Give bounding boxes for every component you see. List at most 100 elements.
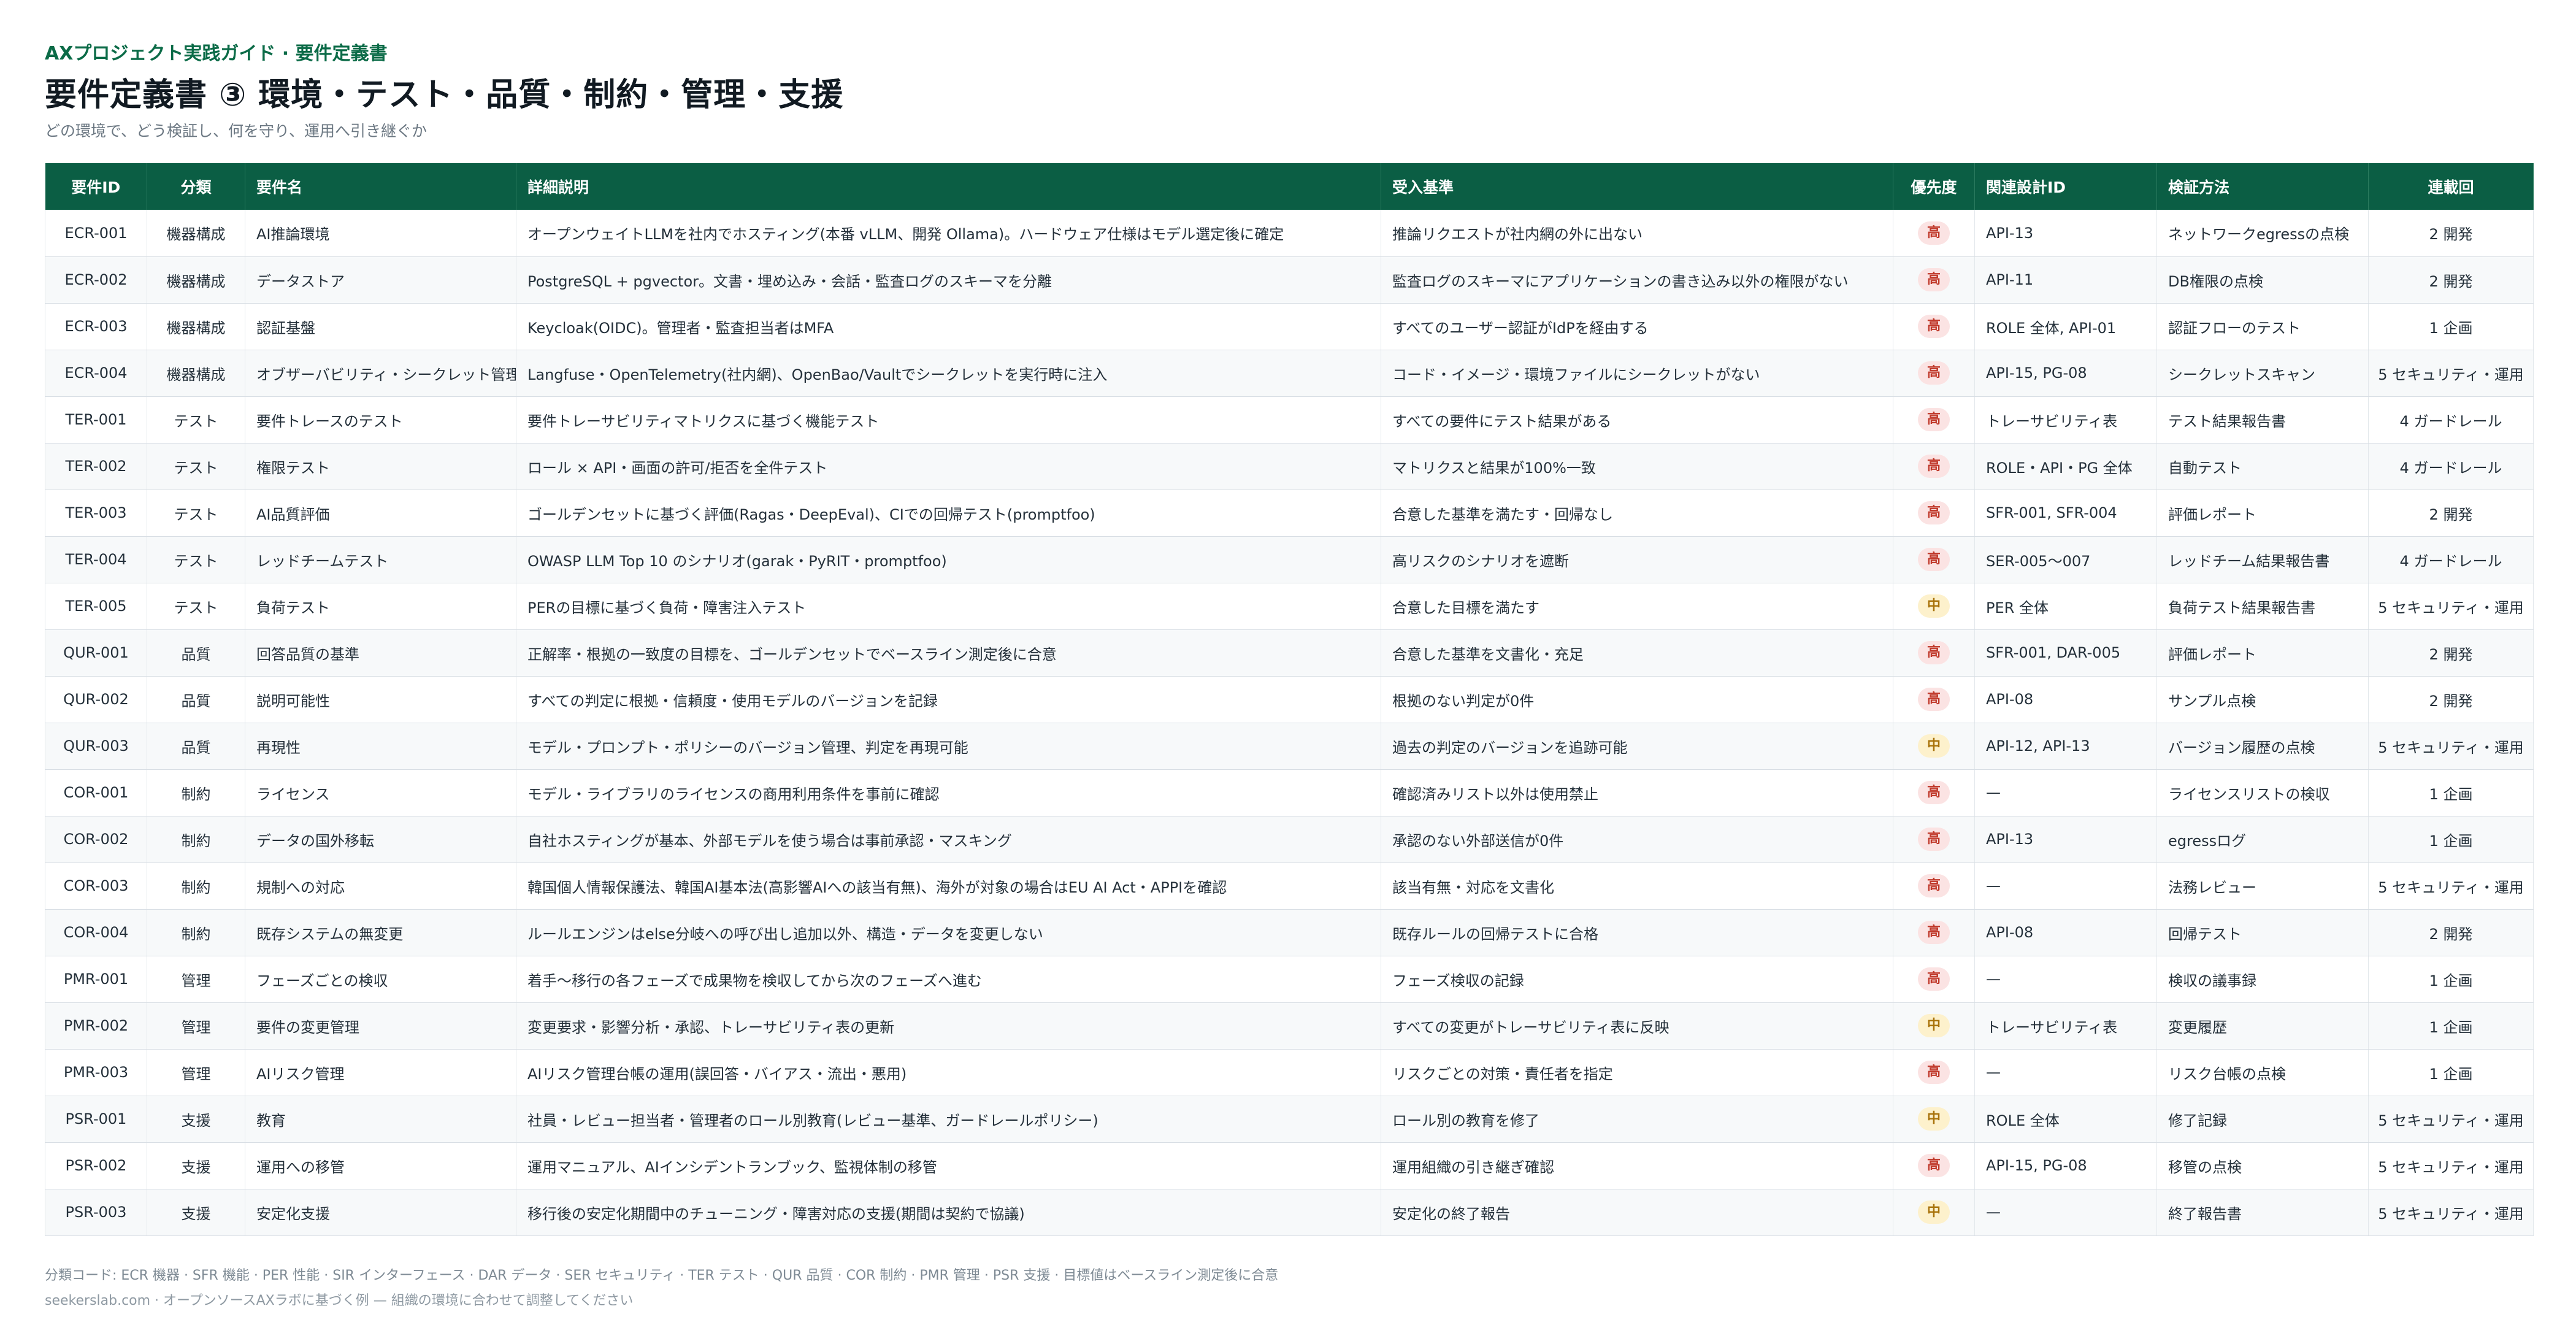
cell-category: 品質 — [147, 629, 245, 677]
table-row[interactable]: COR-004 制約 既存システムの無変更 ルールエンジンはelse分岐への呼び… — [45, 909, 2534, 956]
cell-method: リスク台帳の点検 — [2156, 1049, 2369, 1096]
cell-episode: 1 企画 — [2368, 1002, 2534, 1050]
cell-design-id: — — [1974, 862, 2157, 910]
table-row[interactable]: ECR-001 機器構成 AI推論環境 オープンウェイトLLMを社内でホスティン… — [45, 210, 2534, 257]
cell-method: 回帰テスト — [2156, 909, 2369, 956]
table-row[interactable]: PMR-003 管理 AIリスク管理 AIリスク管理台帳の運用(誤回答・バイアス… — [45, 1049, 2534, 1096]
table-row[interactable]: PMR-002 管理 要件の変更管理 変更要求・影響分析・承認、トレーサビリティ… — [45, 1002, 2534, 1050]
cell-priority: 高 — [1893, 862, 1975, 910]
cell-category: 制約 — [147, 862, 245, 910]
table-row[interactable]: PSR-003 支援 安定化支援 移行後の安定化期間中のチューニング・障害対応の… — [45, 1189, 2534, 1236]
table-row[interactable]: ECR-003 機器構成 認証基盤 Keycloak(OIDC)。管理者・監査担… — [45, 303, 2534, 350]
column-header-acceptance[interactable]: 受入基準 — [1381, 163, 1893, 210]
cell-requirement-id: ECR-004 — [45, 350, 147, 397]
column-header-episode[interactable]: 連載回 — [2368, 163, 2534, 210]
cell-acceptance: 運用組織の引き継ぎ確認 — [1381, 1142, 1893, 1189]
cell-method: DB権限の点検 — [2156, 256, 2369, 304]
cell-design-id: — — [1974, 956, 2157, 1003]
table-row[interactable]: TER-005 テスト 負荷テスト PERの目標に基づく負荷・障害注入テスト 合… — [45, 583, 2534, 630]
table-row[interactable]: ECR-002 機器構成 データストア PostgreSQL + pgvecto… — [45, 256, 2534, 304]
cell-episode: 4 ガードレール — [2368, 396, 2534, 444]
column-header-priority[interactable]: 優先度 — [1893, 163, 1975, 210]
table-row[interactable]: COR-003 制約 規制への対応 韓国個人情報保護法、韓国AI基本法(高影響A… — [45, 862, 2534, 910]
table-row[interactable]: COR-002 制約 データの国外移転 自社ホスティングが基本、外部モデルを使う… — [45, 816, 2534, 863]
cell-episode: 1 企画 — [2368, 816, 2534, 863]
cell-method: シークレットスキャン — [2156, 350, 2369, 397]
cell-priority: 高 — [1893, 816, 1975, 863]
column-header-category[interactable]: 分類 — [147, 163, 245, 210]
table-row[interactable]: PMR-001 管理 フェーズごとの検収 着手～移行の各フェーズで成果物を検収し… — [45, 956, 2534, 1003]
cell-episode: 1 企画 — [2368, 769, 2534, 816]
cell-episode: 2 開発 — [2368, 256, 2534, 304]
cell-acceptance: 既存ルールの回帰テストに合格 — [1381, 909, 1893, 956]
table-row[interactable]: TER-003 テスト AI品質評価 ゴールデンセットに基づく評価(Ragas・… — [45, 490, 2534, 537]
cell-priority: 高 — [1893, 303, 1975, 350]
cell-category: テスト — [147, 490, 245, 537]
column-header-detail[interactable]: 詳細説明 — [516, 163, 1381, 210]
table-row[interactable]: PSR-002 支援 運用への移管 運用マニュアル、AIインシデントランブック、… — [45, 1142, 2534, 1189]
cell-requirement-id: QUR-001 — [45, 629, 147, 677]
cell-requirement-id: COR-002 — [45, 816, 147, 863]
cell-requirement-id: COR-003 — [45, 862, 147, 910]
cell-category: 支援 — [147, 1096, 245, 1143]
cell-episode: 1 企画 — [2368, 1049, 2534, 1096]
cell-priority: 高 — [1893, 210, 1975, 257]
category-code-legend: 分類コード: ECR 機器 · SFR 機能 · PER 性能 · SIR イン… — [45, 1268, 1279, 1283]
cell-method: egressログ — [2156, 816, 2369, 863]
cell-category: 支援 — [147, 1142, 245, 1189]
cell-detail: 移行後の安定化期間中のチューニング・障害対応の支援(期間は契約で協議) — [516, 1189, 1381, 1236]
cell-design-id: API-12, API-13 — [1974, 723, 2157, 770]
cell-requirement-id: COR-004 — [45, 909, 147, 956]
cell-method: 法務レビュー — [2156, 862, 2369, 910]
table-row[interactable]: PSR-001 支援 教育 社員・レビュー担当者・管理者のロール別教育(レビュー… — [45, 1096, 2534, 1143]
cell-requirement-id: PSR-002 — [45, 1142, 147, 1189]
table-row[interactable]: QUR-002 品質 説明可能性 すべての判定に根拠・信頼度・使用モデルのバージ… — [45, 676, 2534, 723]
cell-category: 制約 — [147, 816, 245, 863]
priority-badge: 高 — [1918, 641, 1950, 664]
cell-priority: 高 — [1893, 676, 1975, 723]
cell-requirement-name: 規制への対応 — [245, 862, 516, 910]
cell-method: ライセンスリストの検収 — [2156, 769, 2369, 816]
cell-requirement-name: 再現性 — [245, 723, 516, 770]
cell-method: 評価レポート — [2156, 490, 2369, 537]
cell-priority: 中 — [1893, 1189, 1975, 1236]
priority-badge: 中 — [1918, 734, 1950, 758]
cell-requirement-name: AI推論環境 — [245, 210, 516, 257]
cell-design-id: API-11 — [1974, 256, 2157, 304]
table-row[interactable]: TER-002 テスト 権限テスト ロール × API・画面の許可/拒否を全件テ… — [45, 443, 2534, 490]
cell-detail: 着手～移行の各フェーズで成果物を検収してから次のフェーズへ進む — [516, 956, 1381, 1003]
cell-acceptance: 安定化の終了報告 — [1381, 1189, 1893, 1236]
cell-detail: 変更要求・影響分析・承認、トレーサビリティ表の更新 — [516, 1002, 1381, 1050]
table-row[interactable]: COR-001 制約 ライセンス モデル・ライブラリのライセンスの商用利用条件を… — [45, 769, 2534, 816]
cell-design-id: — — [1974, 769, 2157, 816]
cell-design-id: — — [1974, 1049, 2157, 1096]
priority-badge: 高 — [1918, 967, 1950, 991]
cell-episode: 2 開発 — [2368, 210, 2534, 257]
cell-category: 支援 — [147, 1189, 245, 1236]
priority-badge: 高 — [1918, 268, 1950, 291]
cell-acceptance: コード・イメージ・環境ファイルにシークレットがない — [1381, 350, 1893, 397]
column-header-id[interactable]: 要件ID — [45, 163, 147, 210]
cell-requirement-name: 説明可能性 — [245, 676, 516, 723]
priority-badge: 高 — [1918, 1154, 1950, 1177]
cell-detail: 運用マニュアル、AIインシデントランブック、監視体制の移管 — [516, 1142, 1381, 1189]
cell-requirement-id: PMR-001 — [45, 956, 147, 1003]
cell-requirement-name: データストア — [245, 256, 516, 304]
column-header-name[interactable]: 要件名 — [245, 163, 516, 210]
requirements-table-container: 要件ID 分類 要件名 詳細説明 受入基準 優先度 関連設計ID 検証方法 連載… — [45, 163, 2534, 1236]
column-header-method[interactable]: 検証方法 — [2156, 163, 2369, 210]
cell-design-id: API-13 — [1974, 210, 2157, 257]
table-row[interactable]: TER-004 テスト レッドチームテスト OWASP LLM Top 10 の… — [45, 536, 2534, 583]
cell-priority: 高 — [1893, 256, 1975, 304]
table-row[interactable]: QUR-003 品質 再現性 モデル・プロンプト・ポリシーのバージョン管理、判定… — [45, 723, 2534, 770]
cell-method: 修了記録 — [2156, 1096, 2369, 1143]
cell-detail: モデル・プロンプト・ポリシーのバージョン管理、判定を再現可能 — [516, 723, 1381, 770]
table-row[interactable]: QUR-001 品質 回答品質の基準 正解率・根拠の一致度の目標を、ゴールデンセ… — [45, 629, 2534, 677]
cell-acceptance: 高リスクのシナリオを遮断 — [1381, 536, 1893, 583]
table-row[interactable]: ECR-004 機器構成 オブザーバビリティ・シークレット管理 Langfuse… — [45, 350, 2534, 397]
column-header-design-id[interactable]: 関連設計ID — [1974, 163, 2157, 210]
cell-method: バージョン履歴の点検 — [2156, 723, 2369, 770]
cell-acceptance: ロール別の教育を修了 — [1381, 1096, 1893, 1143]
cell-episode: 4 ガードレール — [2368, 443, 2534, 490]
table-row[interactable]: TER-001 テスト 要件トレースのテスト 要件トレーサビリティマトリクスに基… — [45, 396, 2534, 444]
